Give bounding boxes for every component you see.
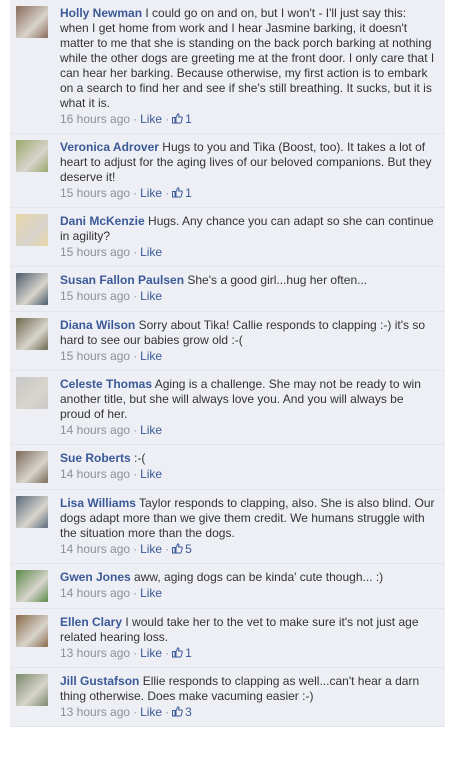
comment-body: Sue Roberts :-( 14 hours ago · Like <box>60 451 437 483</box>
comment-meta: 13 hours ago · Like · 1 <box>60 646 192 660</box>
thumbs-up-icon <box>172 543 183 554</box>
comment: Ellen Clary I would take her to the vet … <box>10 609 445 668</box>
comment-text: I could go on and on, but I won't - I'll… <box>60 6 435 110</box>
comment-meta: 15 hours ago · Like · 1 <box>60 186 192 200</box>
like-count[interactable]: 1 <box>172 112 192 126</box>
timestamp[interactable]: 15 hours ago <box>60 349 130 363</box>
comment-body: Diana Wilson Sorry about Tika! Callie re… <box>60 318 437 364</box>
like-count-value: 3 <box>185 705 192 719</box>
avatar[interactable] <box>16 615 48 647</box>
comment: Jill Gustafson Ellie responds to clappin… <box>10 668 445 727</box>
thumbs-up-icon <box>172 647 183 658</box>
comment-meta: 14 hours ago · Like <box>60 467 163 481</box>
timestamp[interactable]: 13 hours ago <box>60 705 130 719</box>
avatar[interactable] <box>16 214 48 246</box>
avatar[interactable] <box>16 674 48 706</box>
avatar[interactable] <box>16 496 48 528</box>
commenter-name[interactable]: Ellen Clary <box>60 615 122 629</box>
timestamp[interactable]: 13 hours ago <box>60 646 130 660</box>
like-count-value: 5 <box>185 542 192 556</box>
like-count[interactable]: 1 <box>172 646 192 660</box>
comment-body: Holly Newman I could go on and on, but I… <box>60 6 437 127</box>
timestamp[interactable]: 15 hours ago <box>60 245 130 259</box>
timestamp[interactable]: 14 hours ago <box>60 467 130 481</box>
timestamp[interactable]: 14 hours ago <box>60 423 130 437</box>
like-count[interactable]: 1 <box>172 186 192 200</box>
comment-meta: 15 hours ago · Like <box>60 245 163 259</box>
like-link[interactable]: Like <box>140 542 162 556</box>
like-link[interactable]: Like <box>140 646 162 660</box>
like-count-value: 1 <box>185 112 192 126</box>
like-link[interactable]: Like <box>140 586 162 600</box>
comment-body: Veronica Adrover Hugs to you and Tika (B… <box>60 140 437 201</box>
avatar[interactable] <box>16 570 48 602</box>
like-count[interactable]: 3 <box>172 705 192 719</box>
commenter-name[interactable]: Susan Fallon Paulsen <box>60 273 184 287</box>
commenter-name[interactable]: Diana Wilson <box>60 318 135 332</box>
comment-body: Susan Fallon Paulsen She's a good girl..… <box>60 273 437 305</box>
like-link[interactable]: Like <box>140 423 162 437</box>
comment-body: Lisa Williams Taylor responds to clappin… <box>60 496 437 557</box>
comment-body: Ellen Clary I would take her to the vet … <box>60 615 437 661</box>
comment-list: Holly Newman I could go on and on, but I… <box>10 0 445 727</box>
comment: Holly Newman I could go on and on, but I… <box>10 0 445 134</box>
like-link[interactable]: Like <box>140 289 162 303</box>
like-count[interactable]: 5 <box>172 542 192 556</box>
timestamp[interactable]: 15 hours ago <box>60 289 130 303</box>
commenter-name[interactable]: Dani McKenzie <box>60 214 145 228</box>
commenter-name[interactable]: Holly Newman <box>60 6 142 20</box>
commenter-name[interactable]: Celeste Thomas <box>60 377 152 391</box>
comment-body: Gwen Jones aww, aging dogs can be kinda'… <box>60 570 437 602</box>
comment-text: :-( <box>134 451 146 465</box>
comment-body: Jill Gustafson Ellie responds to clappin… <box>60 674 437 720</box>
comment: Lisa Williams Taylor responds to clappin… <box>10 490 445 564</box>
avatar[interactable] <box>16 273 48 305</box>
comment-text: She's a good girl...hug her often... <box>187 273 368 287</box>
thumbs-up-icon <box>172 187 183 198</box>
comment: Celeste Thomas Aging is a challenge. She… <box>10 371 445 445</box>
timestamp[interactable]: 14 hours ago <box>60 586 130 600</box>
like-link[interactable]: Like <box>140 705 162 719</box>
comment: Sue Roberts :-( 14 hours ago · Like <box>10 445 445 490</box>
comment: Diana Wilson Sorry about Tika! Callie re… <box>10 312 445 371</box>
avatar[interactable] <box>16 140 48 172</box>
like-link[interactable]: Like <box>140 349 162 363</box>
like-count-value: 1 <box>185 186 192 200</box>
comment: Gwen Jones aww, aging dogs can be kinda'… <box>10 564 445 609</box>
comment-body: Celeste Thomas Aging is a challenge. She… <box>60 377 437 438</box>
timestamp[interactable]: 15 hours ago <box>60 186 130 200</box>
comment: Susan Fallon Paulsen She's a good girl..… <box>10 267 445 312</box>
comment-meta: 14 hours ago · Like · 5 <box>60 542 192 556</box>
comment: Dani McKenzie Hugs. Any chance you can a… <box>10 208 445 267</box>
comment: Veronica Adrover Hugs to you and Tika (B… <box>10 134 445 208</box>
like-link[interactable]: Like <box>140 186 162 200</box>
commenter-name[interactable]: Gwen Jones <box>60 570 131 584</box>
avatar[interactable] <box>16 451 48 483</box>
comment-text: aww, aging dogs can be kinda' cute thoug… <box>134 570 384 584</box>
comment-body: Dani McKenzie Hugs. Any chance you can a… <box>60 214 437 260</box>
thumbs-up-icon <box>172 706 183 717</box>
comment-meta: 14 hours ago · Like <box>60 586 163 600</box>
comment-meta: 16 hours ago · Like · 1 <box>60 112 192 126</box>
comment-meta: 15 hours ago · Like <box>60 289 163 303</box>
avatar[interactable] <box>16 318 48 350</box>
comment-meta: 15 hours ago · Like <box>60 349 163 363</box>
avatar[interactable] <box>16 6 48 38</box>
commenter-name[interactable]: Lisa Williams <box>60 496 136 510</box>
like-link[interactable]: Like <box>140 467 162 481</box>
commenter-name[interactable]: Sue Roberts <box>60 451 131 465</box>
timestamp[interactable]: 14 hours ago <box>60 542 130 556</box>
commenter-name[interactable]: Jill Gustafson <box>60 674 139 688</box>
timestamp[interactable]: 16 hours ago <box>60 112 130 126</box>
comment-meta: 14 hours ago · Like <box>60 423 163 437</box>
like-link[interactable]: Like <box>140 112 162 126</box>
like-count-value: 1 <box>185 646 192 660</box>
like-link[interactable]: Like <box>140 245 162 259</box>
thumbs-up-icon <box>172 113 183 124</box>
commenter-name[interactable]: Veronica Adrover <box>60 140 159 154</box>
avatar[interactable] <box>16 377 48 409</box>
comment-meta: 13 hours ago · Like · 3 <box>60 705 192 719</box>
